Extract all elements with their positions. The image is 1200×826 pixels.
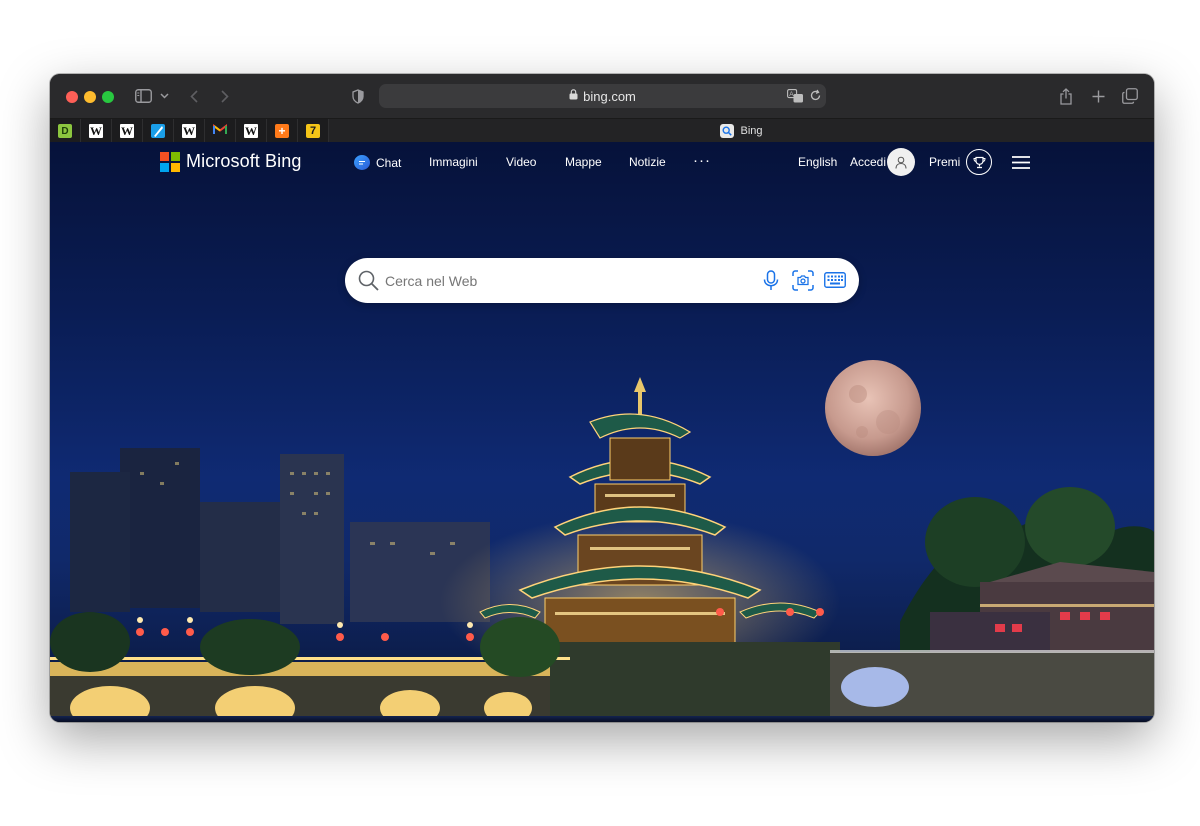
language-link[interactable]: English xyxy=(798,155,837,169)
search-box[interactable] xyxy=(345,258,859,303)
devonthink-icon: D xyxy=(58,124,72,138)
browser-window: bing.com A D W W W W + 7 Bing Microsoft … xyxy=(50,74,1154,722)
pinned-tab[interactable] xyxy=(205,119,236,143)
nav-maps[interactable]: Mappe xyxy=(565,155,602,169)
nav-images[interactable]: Immagini xyxy=(429,155,478,169)
nav-chat-label: Chat xyxy=(376,155,402,170)
browser-toolbar: bing.com A xyxy=(50,74,1154,118)
pinned-tab[interactable] xyxy=(143,119,174,143)
nav-chat[interactable]: Chat xyxy=(354,155,401,170)
pinned-tab[interactable]: W xyxy=(236,119,267,143)
microsoft-logo-icon xyxy=(160,151,180,172)
nav-maps-label: Mappe xyxy=(565,155,602,169)
pinned-tab[interactable]: W xyxy=(112,119,143,143)
nav-video-label: Video xyxy=(506,155,537,169)
back-arrow-icon[interactable] xyxy=(187,88,201,104)
lock-icon xyxy=(569,87,578,105)
logo-text: Microsoft Bing xyxy=(186,151,302,171)
reload-icon[interactable] xyxy=(809,89,822,107)
minimize-window-button[interactable] xyxy=(84,91,96,103)
close-window-button[interactable] xyxy=(66,91,78,103)
search-icon xyxy=(358,270,379,296)
wikipedia-icon: W xyxy=(89,123,103,138)
share-icon[interactable] xyxy=(1058,86,1074,106)
pinned-tab[interactable]: W xyxy=(81,119,112,143)
pinned-tabs: D W W W W + 7 xyxy=(50,119,329,143)
yellow-app-icon: 7 xyxy=(306,124,320,138)
translate-icon[interactable]: A xyxy=(787,89,804,108)
tab-title: Bing xyxy=(740,125,763,137)
microphone-icon[interactable] xyxy=(763,270,779,296)
active-tab[interactable]: Bing xyxy=(329,119,1154,143)
zoom-window-button[interactable] xyxy=(102,91,114,103)
pinned-tab[interactable]: 7 xyxy=(298,119,329,143)
svg-text:A: A xyxy=(789,91,794,98)
keyboard-icon[interactable] xyxy=(824,272,846,293)
new-tab-icon[interactable] xyxy=(1090,88,1106,104)
more-dots-icon: ··· xyxy=(693,152,711,169)
chat-icon xyxy=(354,155,370,170)
forward-arrow-icon[interactable] xyxy=(218,88,232,104)
rewards-trophy-icon[interactable] xyxy=(966,149,992,175)
tab-bar: D W W W W + 7 Bing xyxy=(50,118,1154,143)
nav-images-label: Immagini xyxy=(429,155,478,169)
hamburger-menu-icon[interactable] xyxy=(1012,155,1030,169)
address-bar[interactable]: bing.com A xyxy=(379,84,826,108)
bing-logo[interactable]: Microsoft Bing xyxy=(160,151,301,172)
pinned-tab[interactable]: + xyxy=(267,119,298,143)
nav-news[interactable]: Notizie xyxy=(629,155,666,169)
nav-video[interactable]: Video xyxy=(506,155,536,169)
rewards-link[interactable]: Premi xyxy=(929,155,960,169)
orange-app-icon: + xyxy=(275,124,289,138)
bookmark-app-icon xyxy=(151,124,165,138)
signin-link[interactable]: Accedi xyxy=(850,155,886,169)
nav-news-label: Notizie xyxy=(629,155,666,169)
chevron-down-icon[interactable] xyxy=(158,90,170,102)
pinned-tab[interactable]: D xyxy=(50,119,81,143)
wikipedia-icon: W xyxy=(182,123,196,138)
wikipedia-icon: W xyxy=(120,123,134,138)
tab-overview-icon[interactable] xyxy=(1121,87,1139,105)
bing-search-icon xyxy=(720,124,735,138)
bing-homepage: Microsoft Bing Chat Immagini Video Mappe… xyxy=(50,142,1154,722)
address-url: bing.com xyxy=(583,88,636,104)
privacy-shield-icon[interactable] xyxy=(351,88,365,104)
bing-header: Microsoft Bing Chat Immagini Video Mappe… xyxy=(50,142,1154,182)
background-photo xyxy=(50,360,1154,722)
wikipedia-icon: W xyxy=(244,123,258,138)
visual-search-icon[interactable] xyxy=(792,270,814,296)
nav-more-button[interactable]: ··· xyxy=(693,152,711,169)
sidebar-toggle-icon[interactable] xyxy=(134,88,152,104)
pinned-tab[interactable]: W xyxy=(174,119,205,143)
user-avatar-icon[interactable] xyxy=(887,148,915,176)
search-input[interactable] xyxy=(385,258,745,303)
gmail-icon xyxy=(213,122,227,140)
